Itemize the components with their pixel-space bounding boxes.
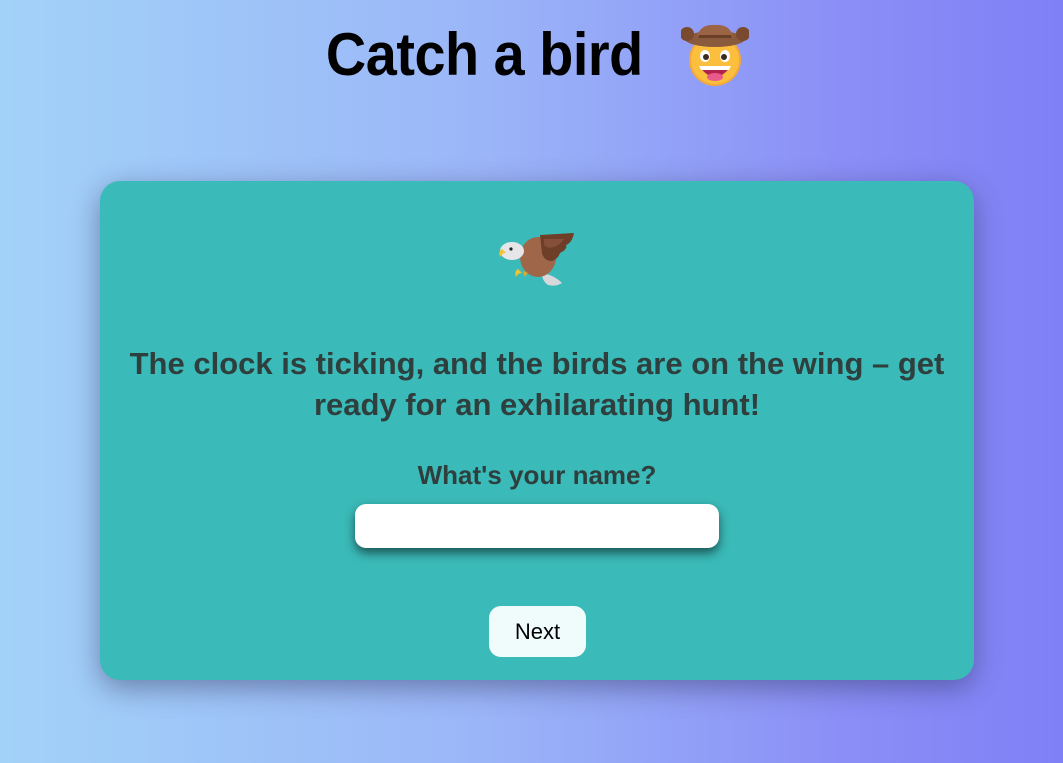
header: Catch a bird xyxy=(0,18,1063,92)
name-input[interactable] xyxy=(355,504,719,548)
welcome-card: The clock is ticking, and the birds are … xyxy=(100,181,974,680)
tagline-text: The clock is ticking, and the birds are … xyxy=(129,346,945,422)
cowboy-hat-face-icon xyxy=(680,24,749,86)
name-label: What's your name? xyxy=(417,460,657,490)
eagle-icon xyxy=(499,233,574,286)
next-button[interactable]: Next xyxy=(489,606,586,657)
page-title: Catch a bird xyxy=(326,21,643,88)
